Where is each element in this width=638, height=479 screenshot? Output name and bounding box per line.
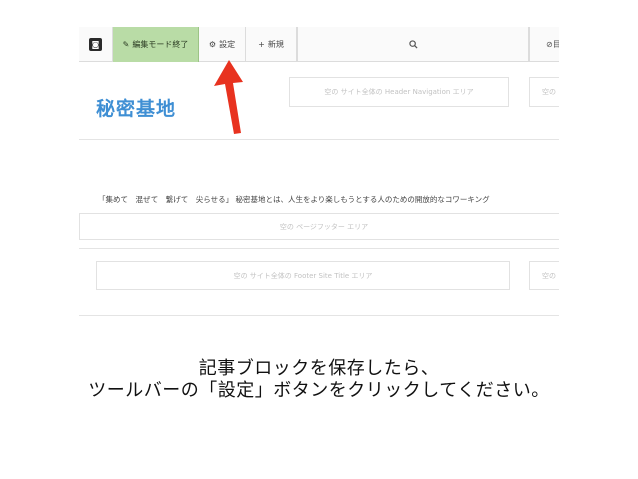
cms-toolbar: ◙ ✎ 編集モード終了 ⚙ 設定 + 新規 ⊘ 目 xyxy=(79,27,559,62)
header-navigation-area[interactable]: 空の サイト全体の Header Navigation エリア xyxy=(289,77,509,107)
footer-site-title-area-label: 空の サイト全体の Footer Site Title エリア xyxy=(233,271,373,280)
cms-logo-button[interactable]: ◙ xyxy=(79,27,113,62)
gear-icon: ⚙ xyxy=(208,40,217,49)
site-name[interactable]: 秘密基地 xyxy=(96,94,176,121)
instruction-caption-line-2: ツールバーの「設定」ボタンをクリックしてください。 xyxy=(88,380,550,401)
site-tagline: 「集めて 混ぜて 繋げて 尖らせる」 秘密基地とは、人生をより楽しもうとする人の… xyxy=(98,195,490,204)
page-footer-area-label: 空の ページフッター エリア xyxy=(279,222,369,231)
screenshot-frame: ◙ ✎ 編集モード終了 ⚙ 設定 + 新規 ⊘ 目 秘密基地 空の サイト全体の… xyxy=(79,27,559,319)
dashboard-button[interactable]: ⊘ 目 xyxy=(529,27,559,62)
cms-logo-icon: ◙ xyxy=(89,38,102,51)
divider xyxy=(79,248,559,249)
new-page-button[interactable]: + 新規 xyxy=(246,27,297,62)
footer-extra-area[interactable]: 空の xyxy=(529,261,559,290)
settings-button[interactable]: ⚙ 設定 xyxy=(199,27,246,62)
footer-extra-area-label: 空の xyxy=(542,271,556,280)
plus-icon: + xyxy=(258,40,265,49)
header-navigation-area-label: 空の サイト全体の Header Navigation エリア xyxy=(324,88,474,96)
new-label: 新規 xyxy=(267,40,284,49)
search-button[interactable] xyxy=(297,27,529,62)
footer-site-title-area[interactable]: 空の サイト全体の Footer Site Title エリア xyxy=(96,261,510,290)
divider xyxy=(79,315,559,316)
settings-label: 設定 xyxy=(219,40,236,49)
exit-edit-mode-label: 編集モード終了 xyxy=(132,40,189,49)
exit-edit-mode-button[interactable]: ✎ 編集モード終了 xyxy=(113,27,199,62)
divider xyxy=(79,139,559,140)
pencil-icon: ✎ xyxy=(122,40,130,49)
page-footer-area[interactable]: 空の ページフッター エリア xyxy=(79,213,559,240)
header-extra-area[interactable]: 空の xyxy=(529,77,559,107)
header-extra-area-label: 空の xyxy=(542,88,556,96)
dashboard-label: 目 xyxy=(552,40,559,49)
dashboard-icon: ⊘ xyxy=(546,40,553,49)
search-icon xyxy=(408,40,418,49)
